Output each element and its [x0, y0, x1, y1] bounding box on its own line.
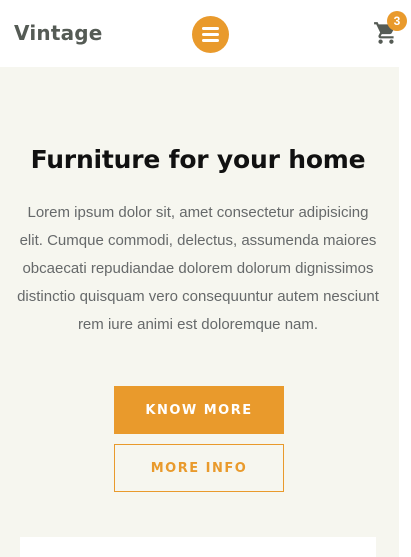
hero-title: Furniture for your home — [30, 145, 366, 174]
content-card — [20, 537, 376, 557]
hamburger-icon-line — [202, 27, 219, 30]
cart-count-badge: 3 — [387, 11, 407, 31]
hero-description: Lorem ipsum dolor sit, amet consectetur … — [17, 204, 379, 333]
cart-button[interactable]: 3 — [373, 11, 407, 50]
menu-button[interactable] — [192, 16, 229, 53]
more-info-button[interactable]: MORE INFO — [114, 444, 284, 492]
page-edge — [399, 67, 411, 557]
hamburger-icon-line — [202, 39, 219, 42]
header: Vintage 3 — [0, 0, 411, 67]
hero-section: Furniture for your home Lorem ipsum dolo… — [0, 67, 399, 557]
know-more-button[interactable]: KNOW MORE — [114, 386, 284, 434]
hamburger-icon-line — [202, 33, 219, 36]
brand-logo[interactable]: Vintage — [14, 21, 103, 45]
